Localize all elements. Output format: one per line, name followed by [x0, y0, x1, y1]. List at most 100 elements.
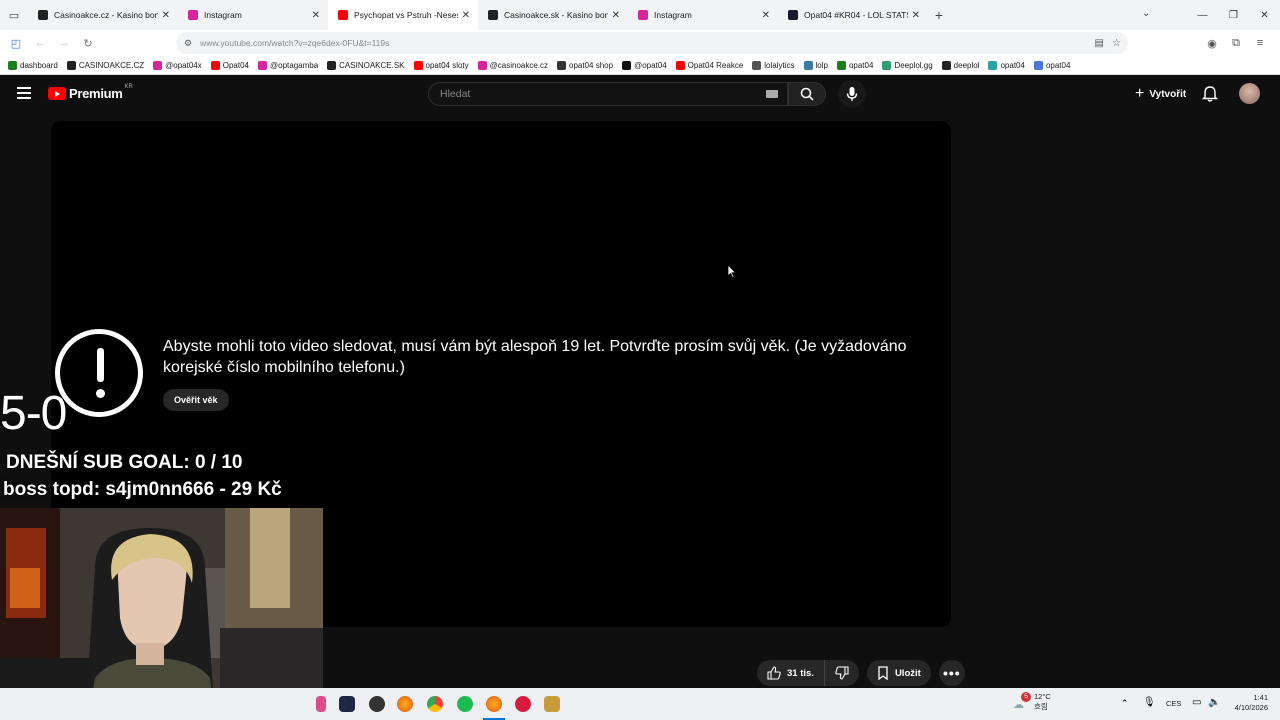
bookmark-favicon-icon — [153, 60, 163, 70]
browser-tab[interactable]: Casinoakce.cz - Kasino bonusy ✕ — [28, 0, 178, 30]
forward-icon[interactable]: → — [52, 30, 76, 56]
bookmark-label: @optagamba — [270, 60, 319, 70]
url-field[interactable]: ⚙ www.youtube.com/watch?v=zqe6dex-0FU&t=… — [176, 32, 1128, 54]
save-button[interactable]: Uložit — [866, 660, 931, 686]
create-button[interactable]: + Vytvořit — [1125, 81, 1197, 107]
app-icon-terminal[interactable] — [339, 696, 355, 712]
app-icon-red[interactable] — [515, 696, 531, 712]
bookmark-label: dashboard — [20, 60, 58, 70]
back-icon[interactable]: ← — [28, 30, 52, 56]
tab-favicon-icon — [638, 10, 648, 20]
bookmark-item[interactable]: @optagamba — [258, 60, 319, 70]
extensions-icon[interactable]: ⧉ — [1224, 37, 1248, 50]
bookmark-item[interactable]: @casinoakce.cz — [477, 60, 548, 70]
browser-menu-icon[interactable]: ≡ — [1248, 37, 1272, 49]
firefox-active-icon[interactable] — [486, 696, 502, 712]
tab-title: Casinoakce.cz - Kasino bonusy — [54, 10, 158, 20]
volume-icon[interactable]: 🔈 — [1208, 697, 1220, 708]
bookmark-label: @opat04x — [165, 60, 202, 70]
bookmark-item[interactable]: lolp — [803, 60, 828, 70]
app-icon-obs[interactable] — [369, 696, 385, 712]
league-icon[interactable] — [544, 696, 560, 712]
voice-search-button[interactable] — [838, 80, 866, 108]
tab-actions-icon[interactable]: ▭ — [0, 0, 28, 30]
bookmark-item[interactable]: opat04 sloty — [413, 60, 469, 70]
browser-tab[interactable]: Opat04 #KR04 - LOL STATS SEARCH ✕ — [778, 0, 928, 30]
thumbs-down-icon — [835, 666, 849, 680]
tab-close-icon[interactable]: ✕ — [612, 10, 620, 21]
tab-close-icon[interactable]: ✕ — [162, 10, 170, 21]
bookmark-item[interactable]: dashboard — [8, 60, 58, 70]
bookmark-label: @opat04 — [634, 60, 667, 70]
browser-tab[interactable]: Instagram ✕ — [178, 0, 328, 30]
bookmark-favicon-icon — [413, 60, 423, 70]
tab-title: Opat04 #KR04 - LOL STATS SEARCH — [804, 10, 908, 20]
site-info-icon[interactable]: ⚙ — [184, 38, 192, 49]
bookmark-label: opat04 sloty — [425, 60, 469, 70]
tray-chevron-icon[interactable]: ⌃ — [1121, 698, 1129, 709]
spotify-icon[interactable] — [457, 696, 473, 712]
reader-icon[interactable]: ▤ — [1095, 38, 1104, 49]
bookmark-item[interactable]: @opat04x — [153, 60, 202, 70]
more-actions-button[interactable]: ••• — [938, 660, 965, 686]
profile-icon[interactable]: ◉ — [1200, 37, 1224, 50]
browser-tab[interactable]: Casinoakce.sk - Kasino bonusy ✕ — [478, 0, 628, 30]
weather-temp: 12°C — [1034, 692, 1051, 701]
account-avatar[interactable] — [1239, 83, 1260, 104]
bookmark-star-icon[interactable]: ☆ — [1112, 38, 1121, 49]
close-window-icon[interactable]: ✕ — [1249, 0, 1280, 30]
search-input[interactable]: Hledat — [428, 82, 788, 106]
menu-icon[interactable] — [17, 87, 31, 99]
keyboard-icon[interactable] — [766, 90, 778, 98]
video-actions: 31 tis. Uložit ••• — [757, 660, 965, 686]
tab-favicon-icon — [788, 10, 798, 20]
bookmark-item[interactable]: @opat04 — [622, 60, 667, 70]
bookmark-item[interactable]: Opat04 Reakce — [675, 60, 743, 70]
bookmark-item[interactable]: CASINOAKCE.SK — [327, 60, 405, 70]
workspace-icon[interactable]: ◰ — [4, 30, 28, 56]
reload-icon[interactable]: ↻ — [76, 30, 100, 56]
search-button[interactable] — [788, 82, 826, 106]
browser-tab[interactable]: Psychopat vs Pstruh -Nesestříhaný ✕ — [328, 0, 478, 30]
weather-desc: 흐림 — [1034, 702, 1048, 711]
notifications-bell-icon[interactable] — [1201, 85, 1219, 103]
new-tab-button[interactable]: + — [928, 7, 950, 23]
bookmark-item[interactable]: CASINOAKCE.CZ — [66, 60, 145, 70]
bookmark-item[interactable]: opat04 — [1033, 60, 1070, 70]
dislike-button[interactable] — [824, 660, 859, 686]
tab-title: Instagram — [654, 10, 692, 20]
youtube-logo[interactable]: Premium KR — [48, 84, 133, 101]
verify-age-button[interactable]: Ověřit věk — [163, 389, 229, 411]
input-language[interactable]: CES — [1166, 699, 1181, 708]
tab-close-icon[interactable]: ✕ — [312, 10, 320, 21]
tab-close-icon[interactable]: ✕ — [912, 10, 920, 21]
browser-tab[interactable]: Instagram ✕ — [628, 0, 778, 30]
clock[interactable]: 1:41 4/10/2026 — [1230, 693, 1268, 713]
bookmark-item[interactable]: opat04 — [836, 60, 874, 70]
like-button[interactable]: 31 tis. — [757, 660, 825, 686]
app-icon-pink[interactable] — [316, 696, 326, 712]
bookmark-favicon-icon — [752, 60, 762, 70]
bookmark-label: opat04 — [848, 60, 874, 70]
bookmark-item[interactable]: deeplol — [941, 60, 979, 70]
bookmark-label: CASINOAKCE.CZ — [78, 60, 145, 70]
bookmark-item[interactable]: Deeplol.gg — [882, 60, 933, 70]
firefox-icon[interactable] — [397, 696, 413, 712]
clock-time: 1:41 — [1253, 693, 1268, 702]
bookmark-favicon-icon — [258, 60, 267, 70]
chrome-icon[interactable] — [427, 696, 443, 712]
tab-close-icon[interactable]: ✕ — [762, 10, 770, 21]
tray-mic-icon[interactable]: 🎙 — [1143, 697, 1156, 708]
weather-widget[interactable]: 5 ☁ 12°C 흐림 — [1013, 692, 1051, 712]
maximize-icon[interactable]: ❐ — [1218, 0, 1249, 30]
bookmark-item[interactable]: Opat04 — [210, 60, 249, 70]
tab-close-icon[interactable]: ✕ — [462, 10, 470, 21]
bookmark-favicon-icon — [327, 60, 337, 70]
network-icon[interactable]: ▭ — [1192, 697, 1201, 708]
bookmark-item[interactable]: opat04 shop — [557, 60, 613, 70]
bookmark-item[interactable]: opat04 — [988, 60, 1025, 70]
tab-search-icon[interactable]: ⌄ — [1142, 8, 1150, 19]
tab-favicon-icon — [488, 10, 498, 20]
minimize-icon[interactable]: — — [1187, 0, 1218, 30]
bookmark-item[interactable]: lolalytics — [752, 60, 795, 70]
